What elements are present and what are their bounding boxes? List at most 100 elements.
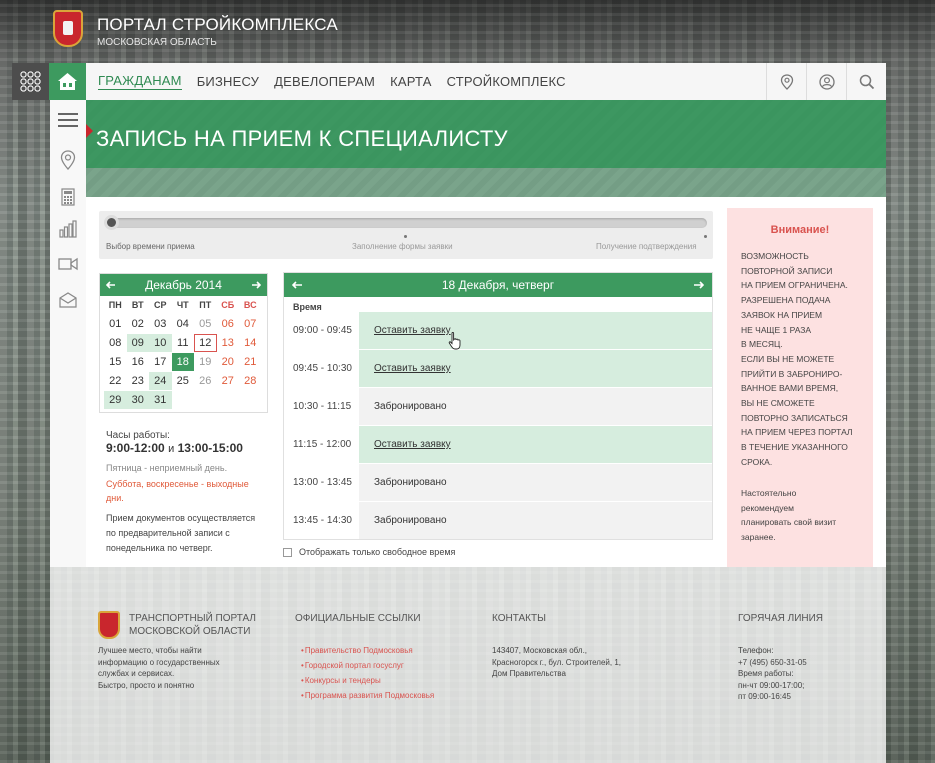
only-free-toggle[interactable]: Отображать только свободное время [283, 547, 455, 557]
attention-line: ПОВТОРНО ЗАПИСАТЬСЯ [741, 412, 848, 423]
user-button[interactable] [806, 63, 846, 100]
footer-portal-description: Лучшее место, чтобы найти информацию о го… [98, 645, 220, 691]
calendar-day[interactable]: 06 [217, 315, 240, 333]
nav-link-4[interactable]: КАРТА [390, 74, 432, 89]
mouse-cursor-icon [448, 332, 461, 350]
nav-links: ГРАЖДАНАМ БИЗНЕСУ ДЕВЕЛОПЕРАМ КАРТА СТРОЙКОМ… [98, 63, 566, 100]
attention-text: ВОЗМОЖНОСТЬ ПОВТОРНОЙ ЗАПИСИ НА ПРИЕМ ОГРА… [741, 249, 861, 470]
bar-chart-icon [59, 220, 77, 238]
footer-desc-line: Быстро, просто и понятно [98, 680, 195, 690]
next-month-arrow-icon[interactable] [251, 280, 261, 290]
calendar-day[interactable]: 08 [104, 334, 127, 352]
calendar-day[interactable]: 29 [104, 391, 127, 409]
footer-desc-line: информацию о государственных [98, 657, 220, 667]
side-video-button[interactable] [50, 246, 86, 282]
calendar-header: Декабрь 2014 [100, 274, 267, 296]
calendar-day[interactable]: 03 [149, 315, 172, 333]
next-day-arrow-icon[interactable] [693, 280, 704, 290]
hours-range-2: 13:00-15:00 [177, 441, 243, 455]
documents-note: Прием документов осуществляется по предв… [106, 513, 256, 553]
book-slot-link[interactable]: Оставить заявку [359, 312, 712, 349]
calendar-day[interactable]: 31 [149, 391, 172, 409]
calendar-day[interactable]: 26 [194, 372, 217, 390]
calendar-day[interactable]: 19 [194, 353, 217, 371]
apps-grid-button[interactable] [12, 63, 49, 100]
footer-link[interactable]: Городской портал госуслуг [301, 658, 434, 673]
calendar-day[interactable]: 22 [104, 372, 127, 390]
calendar-day[interactable]: 05 [194, 315, 217, 333]
calendar-day[interactable]: 21 [239, 353, 262, 371]
attention-title: Внимание! [770, 224, 830, 236]
weekday-header: ЧТ [176, 300, 189, 310]
footer-coat-of-arms-logo[interactable] [98, 611, 120, 639]
slot-booked-label: Забронировано [359, 388, 712, 425]
footer-link[interactable]: Программа развития Подмосковья [301, 688, 434, 703]
prev-month-arrow-icon[interactable] [106, 280, 116, 290]
nav-link-3[interactable]: ДЕВЕЛОПЕРАМ [274, 74, 375, 89]
calendar-day[interactable]: 30 [126, 391, 149, 409]
calendar-day [239, 391, 262, 409]
home-button[interactable] [49, 63, 86, 100]
attention-line: НА ПРИЕМ ОГРАНИЧЕНА. [741, 280, 848, 291]
side-calculator-button[interactable] [50, 179, 86, 215]
nav-link-2[interactable]: БИЗНЕСУ [197, 74, 259, 89]
calendar-day[interactable]: 12 [194, 334, 217, 352]
attention-line: ЗАЯВОК НА ПРИЕМ [741, 309, 823, 320]
calendar-day[interactable]: 14 [239, 334, 262, 352]
slot-time: 09:00 - 09:45 [284, 312, 359, 349]
side-mail-button[interactable] [50, 282, 86, 318]
only-free-checkbox[interactable] [283, 547, 292, 557]
attention-line: ПРИЙТИ В ЗАБРОНИРО- [741, 368, 843, 379]
calendar-day[interactable]: 10 [149, 334, 172, 352]
calendar-grid: ПН ВТ СР ЧТ ПТ СБ ВС 01 02 03 04 05 06 07 08 09 10 11 12 13… [100, 296, 267, 410]
calendar-day[interactable]: 18 [171, 353, 194, 371]
time-slot-row: 13:45 - 14:30 Забронировано [284, 502, 712, 539]
calendar-day[interactable]: 23 [127, 372, 150, 390]
portal-title[interactable]: ПОРТАЛ СТРОЙКОМПЛЕКСА [97, 15, 338, 35]
side-map-button[interactable] [50, 142, 86, 178]
calendar-day[interactable]: 28 [239, 372, 262, 390]
coat-of-arms-logo[interactable] [53, 10, 83, 47]
nav-link-1[interactable]: ГРАЖДАНАМ [98, 73, 182, 90]
footer-hotline: Телефон: +7 (495) 650-31-05 Время работы: п… [738, 645, 807, 703]
calendar-day[interactable]: 24 [149, 372, 172, 390]
calculator-icon [61, 188, 75, 206]
footer-hotline-line: пн-чт 09:00-17:00; [738, 680, 805, 690]
calendar-day[interactable]: 09 [126, 334, 149, 352]
book-slot-link[interactable]: Оставить заявку [359, 426, 712, 463]
side-stats-button[interactable] [50, 211, 86, 247]
menu-button[interactable] [50, 102, 86, 138]
map-pin-button[interactable] [766, 63, 806, 100]
friday-note: Пятница - неприемный день. [106, 463, 228, 473]
footer-link[interactable]: Конкурсы и тендеры [301, 673, 434, 688]
slot-time: 11:15 - 12:00 [284, 426, 359, 463]
portal-subtitle: МОСКОВСКАЯ ОБЛАСТЬ [97, 37, 217, 48]
slot-time: 10:30 - 11:15 [284, 388, 359, 425]
calendar-day[interactable]: 13 [217, 334, 240, 352]
calendar-day[interactable]: 17 [149, 353, 172, 371]
calendar-day[interactable]: 11 [172, 334, 195, 352]
video-camera-icon [58, 257, 78, 271]
attention-line: НЕ ЧАЩЕ 1 РАЗА [741, 324, 812, 335]
attention-line: В МЕСЯЦ. [741, 339, 783, 350]
nav-link-5[interactable]: СТРОЙКОМПЛЕКС [447, 74, 566, 89]
search-button[interactable] [846, 63, 886, 100]
calendar-day[interactable]: 15 [104, 353, 127, 371]
book-slot-link[interactable]: Оставить заявку [359, 350, 712, 387]
calendar-day[interactable]: 25 [172, 372, 195, 390]
calendar-day[interactable]: 20 [217, 353, 240, 371]
attention-line: ВОЗМОЖНОСТЬ [741, 251, 809, 261]
calendar-day[interactable]: 16 [127, 353, 150, 371]
mail-icon [59, 292, 77, 308]
step-knob [104, 215, 119, 230]
search-icon [859, 74, 874, 89]
calendar-day[interactable]: 01 [104, 315, 127, 333]
time-slot-row: 09:00 - 09:45 Оставить заявку [284, 312, 712, 349]
prev-day-arrow-icon[interactable] [292, 280, 303, 290]
calendar-day[interactable]: 04 [172, 315, 195, 333]
calendar-day[interactable]: 02 [127, 315, 150, 333]
footer-link[interactable]: Правительство Подмосковья [301, 643, 434, 658]
footer-hotline-line: пт 09:00-16:45 [738, 692, 791, 701]
calendar-day[interactable]: 27 [217, 372, 240, 390]
calendar-day[interactable]: 07 [239, 315, 262, 333]
